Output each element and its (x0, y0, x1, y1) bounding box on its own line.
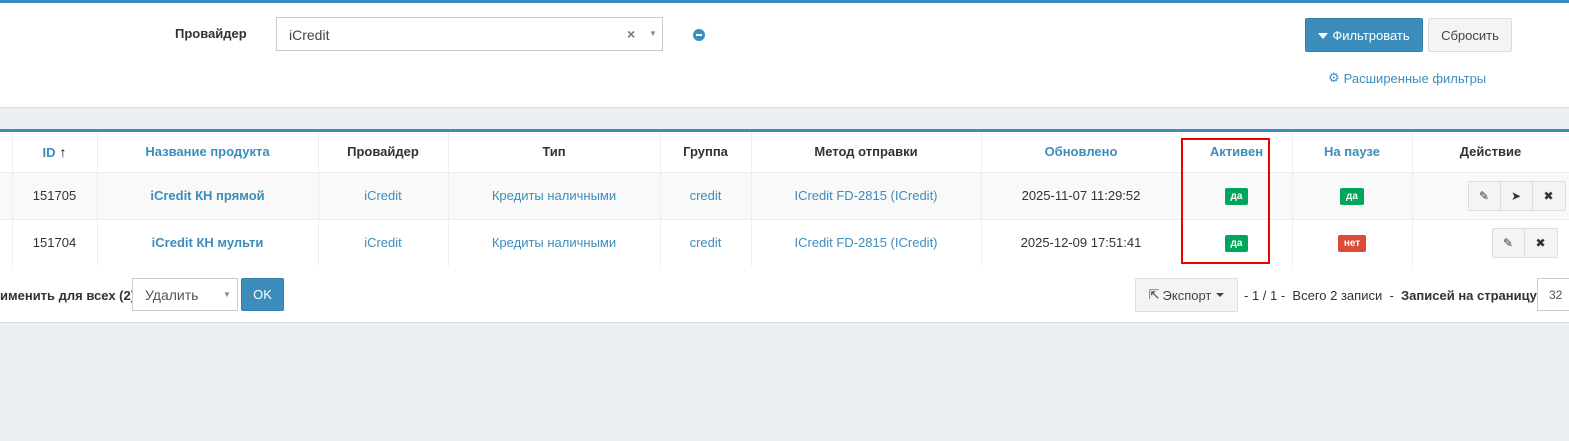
group-link[interactable]: credit (690, 235, 722, 250)
provider-link[interactable]: iCredit (364, 235, 402, 250)
row-actions: ✎ ✖ (1491, 227, 1558, 258)
close-icon: ✖ (1535, 235, 1546, 250)
bulk-action-value: Удалить (145, 287, 199, 303)
edit-button[interactable]: ✎ (1492, 228, 1525, 257)
column-header-type: Тип (448, 132, 661, 172)
reset-button[interactable]: Сбросить (1428, 18, 1512, 52)
provider-select[interactable]: iCredit × ▼ (276, 17, 663, 51)
send-button[interactable]: ➤ (1500, 181, 1533, 210)
product-name-link[interactable]: iCredit КН мульти (152, 235, 264, 250)
close-icon: ✖ (1543, 188, 1554, 203)
pencil-icon: ✎ (1502, 235, 1514, 250)
column-header-group: Группа (660, 132, 752, 172)
bulk-action-select[interactable]: Удалить ▼ (132, 278, 238, 311)
paper-plane-icon: ➤ (1510, 188, 1522, 203)
gears-icon: ⚙ (1328, 70, 1340, 85)
column-header-id[interactable]: ID ↑ (12, 132, 98, 172)
remove-filter-icon[interactable] (693, 29, 705, 41)
filter-panel: Провайдер iCredit × ▼ Фильтровать Сброси… (0, 0, 1569, 108)
table-header-row: ID ↑ Название продукта Провайдер Тип Груп… (0, 132, 1569, 172)
table-row: 151705 iCredit КН прямой iCredit Кредиты… (0, 171, 1569, 219)
ok-button[interactable]: OK (241, 278, 284, 311)
provider-link[interactable]: iCredit (364, 188, 402, 203)
row-select-cell[interactable] (0, 171, 13, 219)
reset-button-label: Сбросить (1441, 27, 1499, 43)
advanced-filters-link[interactable]: ⚙ Расширенные фильтры (1328, 70, 1486, 86)
filter-button[interactable]: Фильтровать (1305, 18, 1423, 52)
delete-button[interactable]: ✖ (1524, 228, 1557, 257)
cell-updated: 2025-12-09 17:51:41 (981, 218, 1182, 266)
pagination-info: - 1 / 1 - Всего 2 записи - Записей на ст… (1244, 288, 1537, 303)
column-header-updated[interactable]: Обновлено (981, 132, 1182, 172)
pager-separator: - (1389, 288, 1394, 303)
cell-id: 151704 (12, 218, 98, 266)
column-header-paused[interactable]: На паузе (1292, 132, 1413, 172)
chevron-down-icon: ▼ (223, 290, 231, 299)
active-column-highlight (1181, 138, 1270, 264)
paused-status-badge: да (1340, 187, 1364, 205)
row-select-cell[interactable] (0, 218, 13, 266)
per-page-label: Записей на страницу (1401, 288, 1537, 303)
caret-down-icon (1216, 293, 1225, 297)
products-table: ID ↑ Название продукта Провайдер Тип Груп… (0, 132, 1569, 266)
per-page-input[interactable]: 32 (1537, 278, 1569, 311)
column-header-actions: Действие (1412, 132, 1569, 172)
per-page-value: 32 (1549, 288, 1563, 302)
pager-pages: - 1 / 1 - (1244, 288, 1286, 303)
funnel-icon (1318, 33, 1329, 39)
sort-up-icon: ↑ (59, 143, 67, 160)
send-method-link[interactable]: ICredit FD-2815 (ICredit) (794, 188, 937, 203)
edit-button[interactable]: ✎ (1468, 181, 1501, 210)
cell-updated: 2025-11-07 11:29:52 (981, 171, 1182, 219)
type-link[interactable]: Кредиты наличными (492, 188, 616, 203)
filter-button-label: Фильтровать (1332, 27, 1410, 43)
advanced-filters-label: Расширенные фильтры (1343, 70, 1487, 86)
table-row: 151704 iCredit КН мульти iCredit Кредиты… (0, 218, 1569, 266)
select-column-header (0, 132, 13, 172)
clear-selection-icon[interactable]: × (627, 26, 635, 42)
group-link[interactable]: credit (690, 188, 722, 203)
export-button-label: Экспорт (1162, 287, 1212, 303)
column-header-provider: Провайдер (318, 132, 449, 172)
pager-total: Всего 2 записи (1292, 288, 1383, 303)
share-icon: ⇱ (1148, 287, 1160, 302)
apply-to-all-label: именить для всех (2) (0, 288, 136, 303)
paused-status-badge: нет (1337, 234, 1367, 252)
cell-id: 151705 (12, 171, 98, 219)
product-name-link[interactable]: iCredit КН прямой (150, 188, 264, 203)
column-header-method: Метод отправки (751, 132, 982, 172)
provider-filter-label: Провайдер (175, 26, 247, 41)
chevron-down-icon[interactable]: ▼ (649, 29, 657, 38)
provider-select-value: iCredit (289, 27, 330, 43)
row-actions: ✎ ➤ ✖ (1467, 180, 1566, 211)
pencil-icon: ✎ (1478, 188, 1490, 203)
export-button[interactable]: ⇱ Экспорт (1135, 278, 1238, 312)
send-method-link[interactable]: ICredit FD-2815 (ICredit) (794, 235, 937, 250)
column-header-name[interactable]: Название продукта (97, 132, 319, 172)
ok-button-label: OK (253, 287, 272, 302)
type-link[interactable]: Кредиты наличными (492, 235, 616, 250)
delete-button[interactable]: ✖ (1532, 181, 1565, 210)
